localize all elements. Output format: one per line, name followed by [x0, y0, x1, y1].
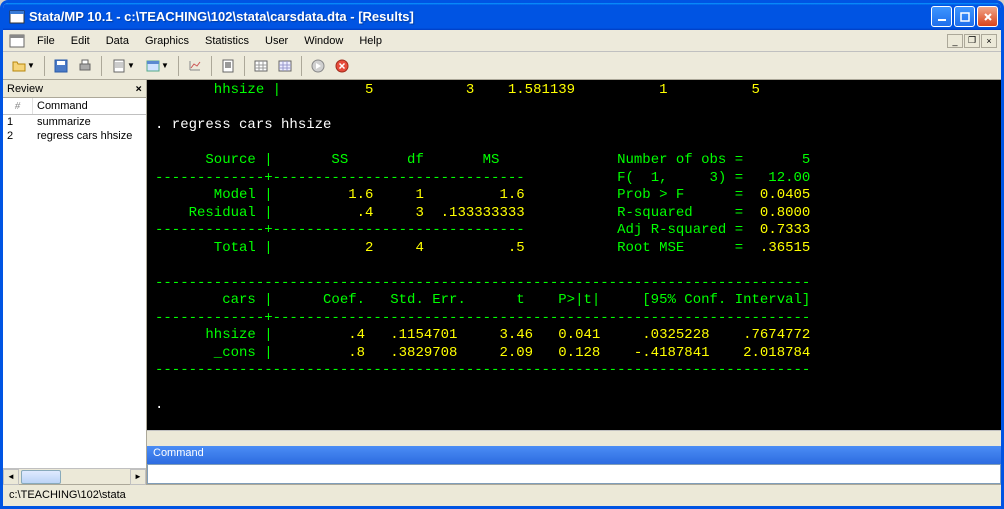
coef-header-depvar: cars: [155, 292, 264, 308]
results-scrollbar-horizontal[interactable]: [147, 430, 1001, 446]
minimize-button[interactable]: [931, 6, 952, 27]
anova-residual-label: Residual: [155, 205, 264, 221]
window-controls: [931, 6, 998, 27]
coef-rule: ----------------------------------------…: [155, 362, 810, 378]
anova-header-source: Source: [155, 152, 264, 168]
toolbar: ▼ ▼ ▼: [3, 52, 1001, 80]
stat-adjr2-value: 0.7333: [760, 222, 810, 238]
print-button[interactable]: [74, 55, 96, 77]
menu-file[interactable]: File: [29, 32, 63, 50]
results-window[interactable]: hhsize | 5 3 1.581139 1 5 . regress cars…: [147, 80, 1001, 430]
command-label: Command: [147, 446, 1001, 464]
review-item-number: 1: [3, 115, 33, 129]
stat-nobs: Number of obs = 5: [525, 152, 811, 168]
anova-total-values: 2 4 .5: [273, 240, 525, 256]
coef-cons-label: _cons: [155, 345, 264, 361]
anova-rule: -------------+--------------------------…: [155, 222, 525, 238]
menu-user[interactable]: User: [257, 32, 296, 50]
stat-adjr2-label: Adj R-squared =: [525, 222, 760, 238]
menu-statistics[interactable]: Statistics: [197, 32, 257, 50]
coef-header-cols: Coef. Std. Err. t P>|t| [95% Conf. Inter…: [273, 292, 811, 308]
titlebar[interactable]: Stata/MP 10.1 - c:\TEACHING\102\stata\ca…: [3, 3, 1001, 30]
data-editor-button[interactable]: [250, 55, 272, 77]
menu-data[interactable]: Data: [98, 32, 137, 50]
app-window: Stata/MP 10.1 - c:\TEACHING\102\stata\ca…: [0, 0, 1004, 509]
stat-probf-value: 0.0405: [760, 187, 810, 203]
review-header-command[interactable]: Command: [33, 98, 146, 114]
anova-model-values: 1.6 1 1.6: [273, 187, 525, 203]
review-item-number: 2: [3, 129, 33, 143]
menu-edit[interactable]: Edit: [63, 32, 98, 50]
window-title: Stata/MP 10.1 - c:\TEACHING\102\stata\ca…: [29, 9, 931, 24]
anova-total-label: Total: [155, 240, 264, 256]
review-close-button[interactable]: ×: [135, 82, 142, 95]
anova-rule: -------------+--------------------------…: [155, 170, 525, 186]
main-area: hhsize | 5 3 1.581139 1 5 . regress cars…: [147, 80, 1001, 484]
mdi-close-button[interactable]: ×: [981, 34, 997, 48]
review-scrollbar[interactable]: ◄ ►: [3, 468, 146, 484]
coef-hhsize-label: hhsize: [155, 327, 264, 343]
review-header: Review ×: [3, 80, 146, 98]
stat-rmse-value: .36515: [760, 240, 810, 256]
anova-header-cols: SS df MS: [273, 152, 525, 168]
data-browser-button[interactable]: [274, 55, 296, 77]
command-prompt: . regress cars hhsize: [155, 117, 331, 133]
anova-model-label: Model: [155, 187, 264, 203]
toolbar-separator: [101, 56, 102, 76]
scroll-left-icon[interactable]: ◄: [3, 469, 19, 485]
menubar: File Edit Data Graphics Statistics User …: [3, 30, 1001, 52]
review-title: Review: [7, 83, 43, 95]
stat-rmse-label: Root MSE =: [525, 240, 760, 256]
statusbar: c:\TEACHING\102\stata: [3, 484, 1001, 504]
scroll-right-icon[interactable]: ►: [130, 469, 146, 485]
dofile-button[interactable]: [217, 55, 239, 77]
content-area: Review × # Command 1 summarize 2 regress…: [3, 80, 1001, 484]
coef-hhsize-values: .4 .1154701 3.46 0.041 .0325228 .7674772: [273, 327, 811, 343]
open-button[interactable]: ▼: [7, 55, 39, 77]
mdi-restore-button[interactable]: ❐: [964, 34, 980, 48]
summarize-variable-label: hhsize: [155, 82, 273, 98]
scroll-thumb[interactable]: [21, 470, 61, 484]
continue-button[interactable]: [307, 55, 329, 77]
review-panel: Review × # Command 1 summarize 2 regress…: [3, 80, 147, 484]
menu-help[interactable]: Help: [351, 32, 390, 50]
prompt-ready: .: [155, 397, 172, 413]
coef-rule: -------------+--------------------------…: [155, 310, 810, 326]
review-columns-header: # Command: [3, 98, 146, 115]
review-item[interactable]: 2 regress cars hhsize: [3, 129, 146, 143]
review-header-number[interactable]: #: [3, 98, 33, 114]
command-input[interactable]: [147, 464, 1001, 484]
menu-window[interactable]: Window: [296, 32, 351, 50]
stat-r2-value: 0.8000: [760, 205, 810, 221]
coef-rule: ----------------------------------------…: [155, 275, 810, 291]
anova-residual-values: .4 3 .133333333: [273, 205, 525, 221]
coef-cons-values: .8 .3829708 2.09 0.128 -.4187841 2.01878…: [273, 345, 811, 361]
stat-r2-label: R-squared =: [525, 205, 760, 221]
toolbar-separator: [211, 56, 212, 76]
maximize-button[interactable]: [954, 6, 975, 27]
close-button[interactable]: [977, 6, 998, 27]
mdi-minimize-button[interactable]: _: [947, 34, 963, 48]
toolbar-separator: [44, 56, 45, 76]
statusbar-path: c:\TEACHING\102\stata: [9, 489, 126, 501]
viewer-button[interactable]: ▼: [141, 55, 173, 77]
mdi-controls: _ ❐ ×: [947, 34, 999, 48]
toolbar-separator: [301, 56, 302, 76]
log-button[interactable]: ▼: [107, 55, 139, 77]
app-icon: [9, 9, 25, 25]
review-item-command: summarize: [33, 115, 146, 129]
menu-graphics[interactable]: Graphics: [137, 32, 197, 50]
toolbar-separator: [178, 56, 179, 76]
summarize-row-values: 5 3 1.581139 1 5: [281, 82, 760, 98]
toolbar-separator: [244, 56, 245, 76]
break-button[interactable]: [331, 55, 353, 77]
review-item-command: regress cars hhsize: [33, 129, 146, 143]
graph-button[interactable]: [184, 55, 206, 77]
save-button[interactable]: [50, 55, 72, 77]
stat-f: F( 1, 3) = 12.00: [525, 170, 811, 186]
mdi-icon: [9, 33, 25, 49]
stat-probf-label: Prob > F =: [525, 187, 760, 203]
review-item[interactable]: 1 summarize: [3, 115, 146, 129]
